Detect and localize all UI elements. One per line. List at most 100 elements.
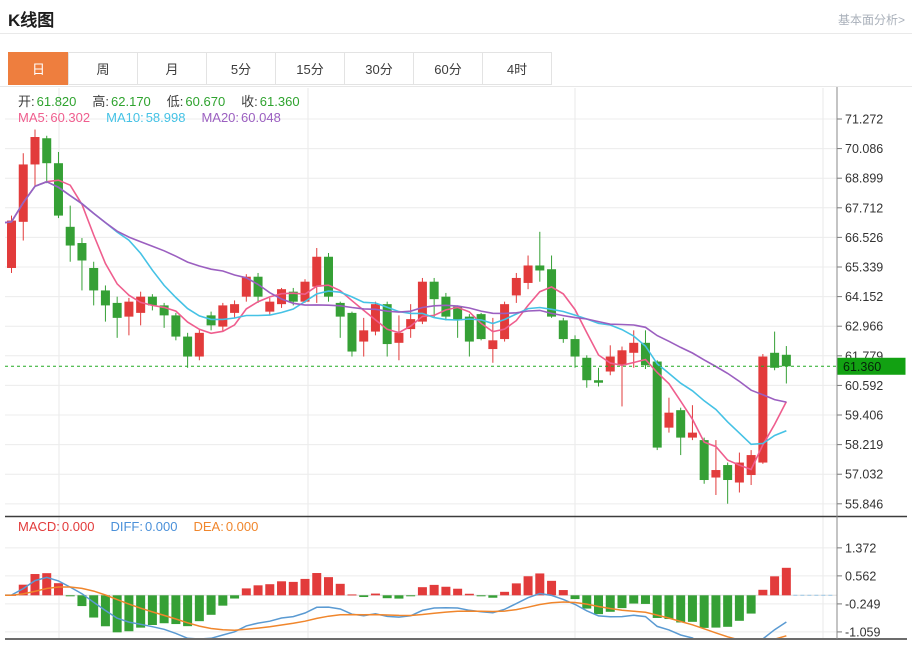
current-price-badge-label: 61.360 xyxy=(843,360,881,374)
candle-body xyxy=(66,227,75,246)
candle-body xyxy=(7,221,16,268)
legend-macd: MACD:0.000 xyxy=(18,519,94,534)
candle-body xyxy=(430,282,439,299)
legend-ma20: MA20:60.048 xyxy=(201,110,280,125)
macd-bar xyxy=(336,584,345,595)
price-tick-label: 62.966 xyxy=(845,320,883,334)
macd-bar xyxy=(347,594,356,595)
macd-tick-label: 1.372 xyxy=(845,541,876,555)
candle-body xyxy=(101,290,110,305)
macd-bar xyxy=(735,595,744,621)
macd-bar xyxy=(89,595,98,617)
tab-60分[interactable]: 60分 xyxy=(413,52,483,85)
candle-body xyxy=(559,320,568,339)
macd-bar xyxy=(770,576,779,595)
macd-bar xyxy=(207,595,216,615)
kline-chart[interactable]: 71.272 70.086 68.899 67.712 66.526 65.339 64.1… xyxy=(5,87,907,641)
legend-high: 高:62.170 xyxy=(92,94,150,109)
macd-bar xyxy=(524,576,533,595)
macd-bar xyxy=(747,595,756,613)
candle-body xyxy=(747,455,756,475)
price-tick-label: 66.526 xyxy=(845,231,883,245)
ohlc-legend: 开:61.820高:62.170低:60.670收:61.360 xyxy=(18,91,316,110)
candle-body xyxy=(594,380,603,382)
macd-bar xyxy=(254,585,263,595)
current-price-badge: 61.360 xyxy=(838,358,906,375)
price-tick-label: 55.846 xyxy=(845,497,883,511)
candle-body xyxy=(500,304,509,339)
candle-body xyxy=(524,265,533,282)
fundamental-analysis-link[interactable]: 基本面分析> xyxy=(838,11,905,28)
macd-bar xyxy=(547,581,556,595)
macd-bar xyxy=(324,577,333,595)
candle-body xyxy=(617,350,626,365)
price-tick-label: 57.032 xyxy=(845,468,883,482)
price-tick-label: 70.086 xyxy=(845,142,883,156)
legend-dea: DEA:0.000 xyxy=(193,519,258,534)
candle-body xyxy=(218,305,227,326)
price-tick-label: 67.712 xyxy=(845,201,883,215)
candle-body xyxy=(42,138,51,163)
legend-ma10: MA10:58.998 xyxy=(106,110,185,125)
macd-bar xyxy=(441,587,450,596)
candle-body xyxy=(512,278,521,295)
macd-bar xyxy=(242,588,251,595)
candle-body xyxy=(664,413,673,428)
price-tick-label: 68.899 xyxy=(845,172,883,186)
macd-bar xyxy=(371,594,380,596)
candle-body xyxy=(171,315,180,336)
candle-body xyxy=(770,353,779,368)
macd-bar xyxy=(42,573,51,595)
tab-日[interactable]: 日 xyxy=(8,52,69,85)
legend-open: 开:61.820 xyxy=(18,94,76,109)
macd-bar xyxy=(66,595,75,596)
candle-body xyxy=(782,355,791,366)
candle-body xyxy=(89,268,98,290)
macd-bar xyxy=(688,595,697,622)
macd-bar xyxy=(571,595,580,599)
candle-body xyxy=(19,164,28,221)
macd-bar xyxy=(664,595,673,619)
price-tick-label: 58.219 xyxy=(845,438,883,452)
candle-body xyxy=(265,302,274,312)
tab-周[interactable]: 周 xyxy=(68,52,138,85)
macd-bar xyxy=(617,595,626,608)
ma-legend: MA5:60.302 MA10:58.998 MA20:60.048 xyxy=(18,110,297,125)
macd-bar xyxy=(430,585,439,595)
macd-bar xyxy=(535,573,544,595)
candle-body xyxy=(207,315,216,325)
tab-月[interactable]: 月 xyxy=(137,52,207,85)
macd-bar xyxy=(406,595,415,596)
macd-bar xyxy=(124,595,133,631)
candle-body xyxy=(723,465,732,480)
macd-bar xyxy=(629,595,638,603)
price-tick-label: 64.152 xyxy=(845,290,883,304)
tab-30分[interactable]: 30分 xyxy=(344,52,414,85)
macd-bar xyxy=(277,581,286,595)
price-tick-label: 65.339 xyxy=(845,261,883,275)
title-divider xyxy=(0,33,912,34)
macd-tick-label: -0.249 xyxy=(845,597,880,611)
candle-body xyxy=(77,243,86,260)
macd-bar xyxy=(453,589,462,596)
candle-body xyxy=(30,137,39,164)
tab-5分[interactable]: 5分 xyxy=(206,52,276,85)
candle-body xyxy=(312,257,321,287)
candle-body xyxy=(359,330,368,341)
legend-ma5: MA5:60.302 xyxy=(18,110,90,125)
candle-body xyxy=(183,337,192,357)
macd-bar xyxy=(465,594,474,596)
candle-body xyxy=(676,410,685,437)
macd-bar xyxy=(312,573,321,595)
price-tick-label: 71.272 xyxy=(845,113,883,127)
tab-15分[interactable]: 15分 xyxy=(275,52,345,85)
legend-diff: DIFF:0.000 xyxy=(110,519,177,534)
macd-bar xyxy=(195,595,204,621)
macd-bar xyxy=(512,583,521,595)
legend-close: 收:61.360 xyxy=(241,94,299,109)
macd-bar xyxy=(711,595,720,627)
page-title: K线图 xyxy=(8,6,54,31)
ma20-line xyxy=(5,182,786,402)
macd-bar xyxy=(500,592,509,595)
tab-4时[interactable]: 4时 xyxy=(482,52,552,85)
